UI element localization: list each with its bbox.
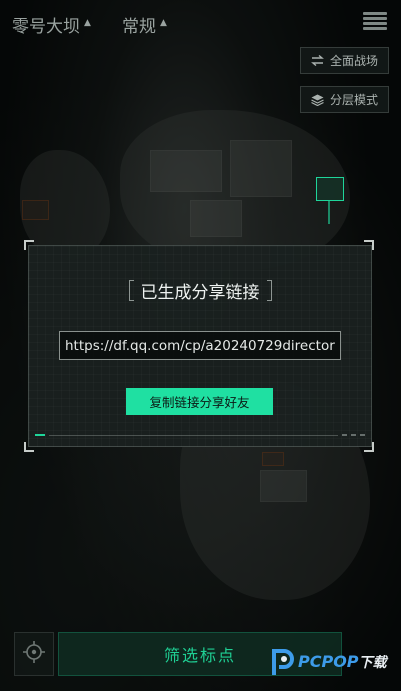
watermark-suffix: 下载 [358,655,387,671]
map-marker[interactable] [316,177,344,224]
layers-icon [311,94,324,106]
watermark-text: PCPOP下载 [298,652,387,672]
menu-icon[interactable] [363,12,387,30]
layer-mode-label: 分层模式 [329,93,378,107]
top-bar: 零号大坝 ▲ 常规 ▲ [0,0,401,44]
swap-icon [311,55,324,66]
copy-link-button[interactable]: 复制链接分享好友 [126,388,273,415]
crosshair-icon [22,640,46,668]
map-selector[interactable]: 零号大坝 ▲ [12,12,91,37]
caret-up-icon: ▲ [160,17,167,28]
map-selector-label: 零号大坝 [12,17,80,37]
share-url-field[interactable]: https://df.qq.com/cp/a20240729director [59,331,341,360]
watermark-logo [270,647,296,677]
full-battlefield-label: 全面战场 [329,54,378,68]
caret-up-icon: ▲ [84,17,91,28]
share-link-dialog: 已生成分享链接 https://df.qq.com/cp/a20240729di… [28,245,372,447]
watermark-brand: PCPOP [298,652,359,671]
watermark: PCPOP下载 [270,645,387,679]
dialog-title: 已生成分享链接 [128,278,272,303]
full-battlefield-button[interactable]: 全面战场 [299,47,389,74]
mode-selector-label: 常规 [122,17,156,37]
layer-mode-button[interactable]: 分层模式 [299,86,389,113]
dialog-footer-decoration [35,432,365,438]
locate-button[interactable] [14,632,54,676]
mode-selector[interactable]: 常规 ▲ [122,12,167,37]
